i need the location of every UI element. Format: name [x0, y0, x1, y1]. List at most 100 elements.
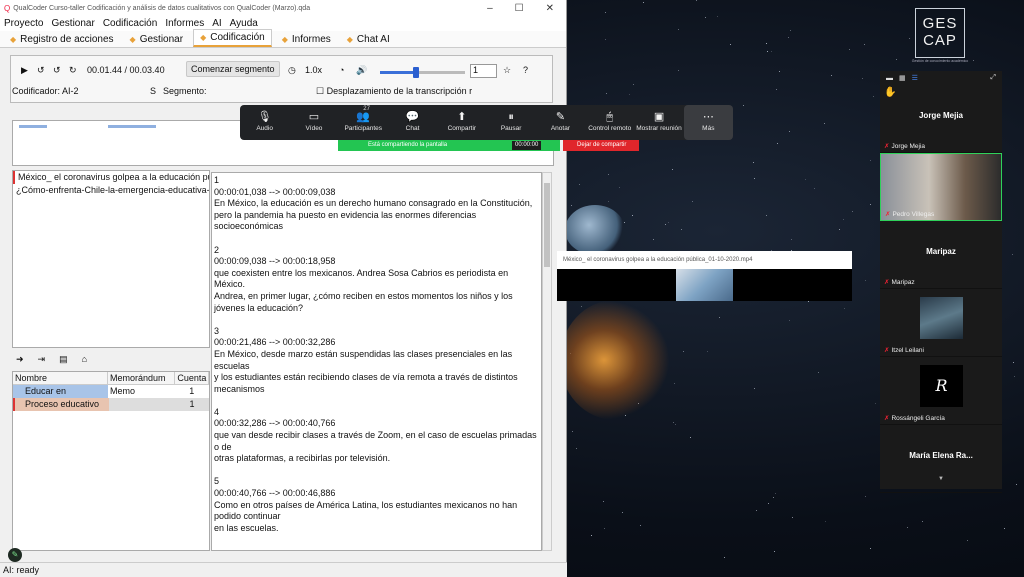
arrow-right-icon[interactable]: ➜: [16, 354, 24, 368]
star-dot: [791, 239, 793, 241]
zoom-button-pause[interactable]: ⏸ Pausar: [486, 105, 535, 140]
column-header-memo[interactable]: Memorándum: [108, 372, 176, 384]
menu-gestionar[interactable]: Gestionar: [51, 18, 94, 29]
start-segment-button[interactable]: Comenzar segmento: [186, 61, 280, 77]
segment-text-line: otras plataformas, a recibirlas por tele…: [214, 453, 391, 464]
muted-mic-icon: ✗: [884, 415, 890, 422]
tab-gestionar[interactable]: ◆ Gestionar: [124, 32, 190, 47]
star-dot: [571, 431, 573, 433]
scroll-transcript-checkbox[interactable]: ☐ Desplazamiento de la transcripción r: [316, 86, 472, 97]
tab-codificacion[interactable]: ◆ Codificación: [193, 29, 272, 47]
stop-share-button[interactable]: Dejar de compartir: [563, 140, 639, 151]
column-header-nombre[interactable]: Nombre: [13, 372, 109, 384]
app-icon: Q: [4, 3, 11, 13]
segment-timestamp: 00:00:21,486 --> 00:00:32,286: [214, 337, 336, 348]
star-dot: [766, 50, 768, 52]
minimize-icon[interactable]: –: [487, 3, 493, 14]
tab-chat-ai[interactable]: ◆ Chat AI: [341, 32, 396, 47]
speed-icon[interactable]: ◷: [288, 65, 296, 76]
star-dot: [653, 238, 655, 240]
zoom-button-remote-control[interactable]: 🖱 Control remoto: [585, 105, 634, 140]
rewind-30-icon[interactable]: ↺: [53, 65, 61, 76]
expand-icon[interactable]: ⤢: [990, 74, 996, 82]
star-dot: [1013, 375, 1015, 377]
table-row[interactable]: Proceso educativo 1: [13, 398, 209, 411]
zoom-button-show-meeting[interactable]: ▣ Mostrar reunión: [634, 105, 683, 140]
chevron-down-icon[interactable]: ▼: [938, 476, 944, 482]
logo-line: GES: [922, 15, 958, 32]
star-dot: [1011, 254, 1013, 256]
transcript-segment[interactable]: 2 00:00:09,038 --> 00:00:18,958 que coexis…: [214, 245, 539, 315]
play-icon[interactable]: ▶: [21, 65, 28, 76]
star-dot: [607, 173, 609, 175]
tab-informes[interactable]: ◆ Informes: [276, 32, 337, 47]
transcript-scrollbar[interactable]: [542, 172, 552, 551]
segment-timestamp: 00:00:32,286 --> 00:00:40,766: [214, 418, 336, 429]
menu-informes[interactable]: Informes: [165, 18, 204, 29]
pause-icon: ⏸: [508, 111, 514, 123]
zoom-button-more[interactable]: ⋯ Más: [683, 105, 733, 140]
star-dot: [1013, 362, 1015, 364]
volume-slider-handle[interactable]: [412, 67, 419, 78]
menu-codificacion[interactable]: Codificación: [103, 18, 157, 29]
list-icon[interactable]: ☰: [912, 74, 918, 82]
star-dot: [766, 43, 768, 44]
zoom-button-chat[interactable]: 💬 Chat: [388, 105, 437, 140]
gescap-logo: GES CAP: [915, 8, 965, 58]
jump-icon[interactable]: ◔: [339, 65, 344, 75]
volume-slider[interactable]: [380, 67, 465, 78]
participant-tile[interactable]: ✗ Itzel Leilani: [880, 289, 1002, 357]
segment-text-line: México.: [214, 279, 246, 290]
participant-label-text: Itzel Leilani: [891, 347, 924, 354]
zoom-button-label: Participantes: [344, 125, 383, 132]
document-item[interactable]: ¿Cómo-enfrenta-Chile-la-emergencia-educa…: [13, 184, 209, 197]
menu-ai[interactable]: AI: [212, 18, 221, 29]
transcript-segment[interactable]: 3 00:00:21,486 --> 00:00:32,286 En México,…: [214, 326, 539, 396]
zoom-button-share-screen[interactable]: ⬆ Compartir: [437, 105, 486, 140]
star-dot: [678, 69, 680, 71]
document-icon: ◆: [281, 35, 288, 44]
table-row[interactable]: Educar en pandemia Memo 1: [13, 385, 209, 409]
document-item[interactable]: México_ el coronavirus golpea a la educa…: [13, 171, 209, 184]
participant-tile[interactable]: Jorge Mejia ✗ Jorge Mejia ✋: [880, 85, 1002, 153]
star-dot: [824, 122, 826, 124]
participant-count-badge: 27: [363, 106, 370, 112]
segment-spinbox[interactable]: 1: [470, 64, 497, 78]
participant-tile[interactable]: María Elena Ra...: [880, 425, 1002, 493]
grid-icon[interactable]: ▦: [899, 74, 906, 82]
video-window[interactable]: México_ el coronavirus golpea a la educa…: [557, 251, 852, 301]
tag-icon[interactable]: ⌂: [82, 354, 87, 368]
maximize-icon[interactable]: ☐: [515, 3, 524, 14]
participant-label: ✗ Pedro Villegas: [885, 210, 934, 218]
forward-icon[interactable]: ↻: [69, 65, 77, 76]
scroll-transcript-label: Desplazamiento de la transcripción r: [326, 86, 473, 96]
help-icon[interactable]: ?: [523, 65, 528, 75]
rewind-icon[interactable]: ↺: [37, 65, 45, 76]
segment-number: 1: [214, 175, 220, 185]
memo-icon[interactable]: ▤: [59, 354, 68, 368]
edit-icon[interactable]: ✎: [8, 548, 22, 562]
column-header-cuenta[interactable]: Cuenta: [175, 372, 209, 384]
zoom-button-annotate[interactable]: ✎ Anotar: [536, 105, 585, 140]
participant-tile[interactable]: ✗ Pedro Villegas: [880, 153, 1002, 221]
transcript-segment[interactable]: 4 00:00:32,286 --> 00:00:40,766 que van de…: [214, 407, 539, 465]
zoom-button-participants[interactable]: 👥 27 Participantes: [339, 105, 388, 140]
view-icon[interactable]: ▬: [886, 75, 893, 82]
volume-icon[interactable]: 🔊: [356, 65, 367, 76]
participant-label: ✗ Jorge Mejia: [884, 142, 925, 150]
star-icon[interactable]: ☆: [503, 65, 511, 76]
scrollbar-thumb[interactable]: [544, 183, 550, 267]
star-dot: [805, 179, 807, 181]
arrow-to-icon[interactable]: ⇥: [38, 354, 46, 368]
tab-registro[interactable]: ◆ Registro de acciones: [4, 32, 120, 47]
participant-tile[interactable]: Maripaz ✗ Maripaz: [880, 221, 1002, 289]
transcript-segment[interactable]: 5 00:00:40,766 --> 00:00:46,886 Como en ot…: [214, 476, 539, 534]
close-icon[interactable]: ✕: [546, 3, 554, 14]
transcript-text[interactable]: 1 00:00:01,038 --> 00:00:09,038 En México,…: [211, 172, 542, 551]
menu-ayuda[interactable]: Ayuda: [230, 18, 258, 29]
participant-tile[interactable]: R ✗ Rossángeli García: [880, 357, 1002, 425]
zoom-button-video-camera[interactable]: ▭ Vídeo: [289, 105, 338, 140]
transcript-segment[interactable]: 1 00:00:01,038 --> 00:00:09,038 En México,…: [214, 175, 539, 233]
zoom-button-microphone[interactable]: 🎙 Audio: [240, 105, 289, 140]
menu-proyecto[interactable]: Proyecto: [4, 18, 43, 29]
